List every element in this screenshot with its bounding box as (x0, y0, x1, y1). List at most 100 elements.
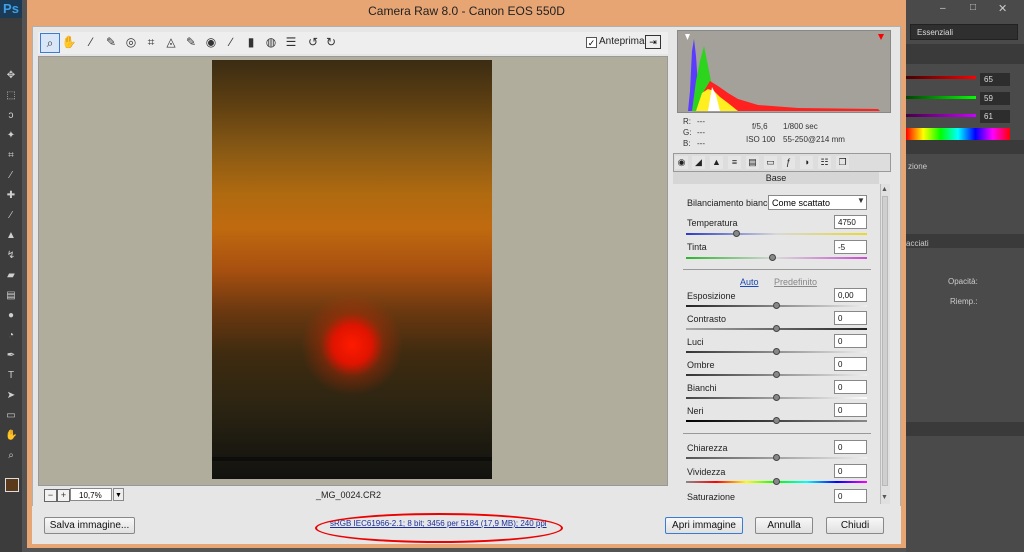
white-balance-select[interactable]: Come scattato (768, 195, 867, 210)
auto-link[interactable]: Auto (740, 277, 759, 287)
zoom-tool-icon[interactable]: ⌕ (40, 33, 60, 53)
thumb-contrasto[interactable] (773, 325, 780, 332)
marquee-tool-icon[interactable]: ⬚ (5, 90, 17, 102)
scroll-up-icon[interactable]: ▲ (881, 186, 888, 193)
aperture: f/5,6 (752, 122, 768, 131)
value-tinta[interactable]: -5 (834, 240, 867, 254)
layers-label: acciati (906, 239, 929, 248)
lasso-tool-icon[interactable]: ↄ (5, 110, 17, 122)
color-spectrum[interactable] (906, 128, 1010, 140)
open-image-button[interactable]: Apri immagine (665, 517, 743, 534)
track-tinta[interactable] (686, 257, 867, 259)
value-esposizione[interactable]: 0,00 (834, 288, 867, 302)
fullscreen-icon[interactable]: ⇥ (645, 35, 661, 49)
value-luci[interactable]: 0 (834, 334, 867, 348)
hand-tool-icon[interactable]: ✋ (5, 430, 17, 442)
targeted-adjustment-icon[interactable]: ◎ (122, 33, 140, 51)
tab-camera-calibration-icon[interactable]: ◑ (800, 156, 813, 169)
track-temperatura[interactable] (686, 233, 867, 235)
white-balance-tool-icon[interactable]: ⁄ (82, 33, 100, 51)
brush-tool-icon[interactable]: ∕ (5, 210, 17, 222)
zoom-in-button[interactable]: + (57, 489, 70, 502)
value-chiarezza[interactable]: 0 (834, 440, 867, 454)
thumb-vividezza[interactable] (773, 478, 780, 485)
eraser-tool-icon[interactable]: ▰ (5, 270, 17, 282)
crop-tool-icon[interactable]: ⌗ (5, 150, 17, 162)
tab-split-toning-icon[interactable]: ▤ (746, 156, 759, 169)
value-contrasto[interactable]: 0 (834, 311, 867, 325)
history-brush-icon[interactable]: ↯ (5, 250, 17, 262)
tab-tone-curve-icon[interactable]: ◢ (692, 156, 705, 169)
dodge-tool-icon[interactable]: ◔ (5, 330, 17, 342)
zoom-level-field[interactable]: 10,7% (70, 488, 112, 501)
close-button[interactable]: Chiudi (826, 517, 884, 534)
rotate-right-icon[interactable]: ↻ (322, 33, 340, 51)
tab-lens-icon[interactable]: ▭ (764, 156, 777, 169)
tab-presets-icon[interactable]: ☷ (818, 156, 831, 169)
tab-detail-icon[interactable]: ▲ (710, 156, 723, 169)
graduated-filter-icon[interactable]: ▮ (242, 33, 260, 51)
thumb-tinta[interactable] (769, 254, 776, 261)
zoom-tool-icon[interactable]: ⌕ (5, 450, 17, 462)
blur-tool-icon[interactable]: ● (5, 310, 17, 322)
thumb-esposizione[interactable] (773, 302, 780, 309)
chevron-down-icon[interactable]: ▼ (857, 196, 865, 205)
preview-checkbox[interactable]: ✓ (586, 37, 597, 48)
tab-basic-icon[interactable]: ◉ (675, 156, 688, 169)
thumb-temperatura[interactable] (733, 230, 740, 237)
preferences-icon[interactable]: ☰ (282, 33, 300, 51)
rotate-left-icon[interactable]: ↺ (304, 33, 322, 51)
path-select-icon[interactable]: ➤ (5, 390, 17, 402)
scroll-thumb[interactable] (882, 196, 888, 486)
minimize-icon[interactable]: – (940, 3, 946, 14)
thumb-chiarezza[interactable] (773, 454, 780, 461)
stamp-tool-icon[interactable]: ▲ (5, 230, 17, 242)
cancel-button[interactable]: Annulla (755, 517, 813, 534)
straighten-tool-icon[interactable]: ◬ (162, 33, 180, 51)
tab-hsl-icon[interactable]: ≡ (728, 156, 741, 169)
value-vividezza[interactable]: 0 (834, 464, 867, 478)
red-slider[interactable] (906, 76, 976, 79)
histogram (677, 30, 891, 113)
value-temperatura[interactable]: 4750 (834, 215, 867, 229)
tab-effects-icon[interactable]: ƒ (782, 156, 795, 169)
red-eye-icon[interactable]: ◉ (202, 33, 220, 51)
value-saturazione[interactable]: 0 (834, 489, 867, 503)
crop-tool-icon[interactable]: ⌗ (142, 33, 160, 51)
foreground-color-swatch[interactable] (5, 478, 19, 492)
magic-wand-icon[interactable]: ✦ (5, 130, 17, 142)
green-slider[interactable] (906, 96, 976, 99)
close-window-icon[interactable]: ✕ (998, 2, 1007, 15)
scroll-down-icon[interactable]: ▼ (881, 494, 888, 501)
green-value[interactable]: 59 (980, 92, 1010, 105)
pen-tool-icon[interactable]: ✒ (5, 350, 17, 362)
shape-tool-icon[interactable]: ▭ (5, 410, 17, 422)
default-link[interactable]: Predefinito (774, 277, 817, 287)
red-value[interactable]: 65 (980, 73, 1010, 86)
blue-slider[interactable] (906, 114, 976, 117)
value-bianchi[interactable]: 0 (834, 380, 867, 394)
thumb-bianchi[interactable] (773, 394, 780, 401)
value-ombre[interactable]: 0 (834, 357, 867, 371)
color-sampler-icon[interactable]: ✎ (102, 33, 120, 51)
hand-tool-icon[interactable]: ✋ (60, 33, 78, 51)
move-tool-icon[interactable]: ✥ (5, 70, 17, 82)
thumb-neri[interactable] (773, 417, 780, 424)
workspace-select[interactable]: Essenziali (910, 24, 1018, 40)
adjustment-brush-icon[interactable]: ∕ (222, 33, 240, 51)
eyedropper-tool-icon[interactable]: ⁄ (5, 170, 17, 182)
chevron-down-icon[interactable]: ▼ (113, 488, 124, 501)
type-tool-icon[interactable]: T (5, 370, 17, 382)
tab-snapshots-icon[interactable]: ❐ (836, 156, 849, 169)
thumb-ombre[interactable] (773, 371, 780, 378)
zoom-out-button[interactable]: − (44, 489, 57, 502)
maximize-icon[interactable]: □ (970, 2, 976, 13)
radial-filter-icon[interactable]: ◍ (262, 33, 280, 51)
spot-removal-icon[interactable]: ✎ (182, 33, 200, 51)
gradient-tool-icon[interactable]: ▤ (5, 290, 17, 302)
blue-value[interactable]: 61 (980, 110, 1010, 123)
healing-tool-icon[interactable]: ✚ (5, 190, 17, 202)
save-image-button[interactable]: Salva immagine... (44, 517, 135, 534)
value-neri[interactable]: 0 (834, 403, 867, 417)
thumb-luci[interactable] (773, 348, 780, 355)
